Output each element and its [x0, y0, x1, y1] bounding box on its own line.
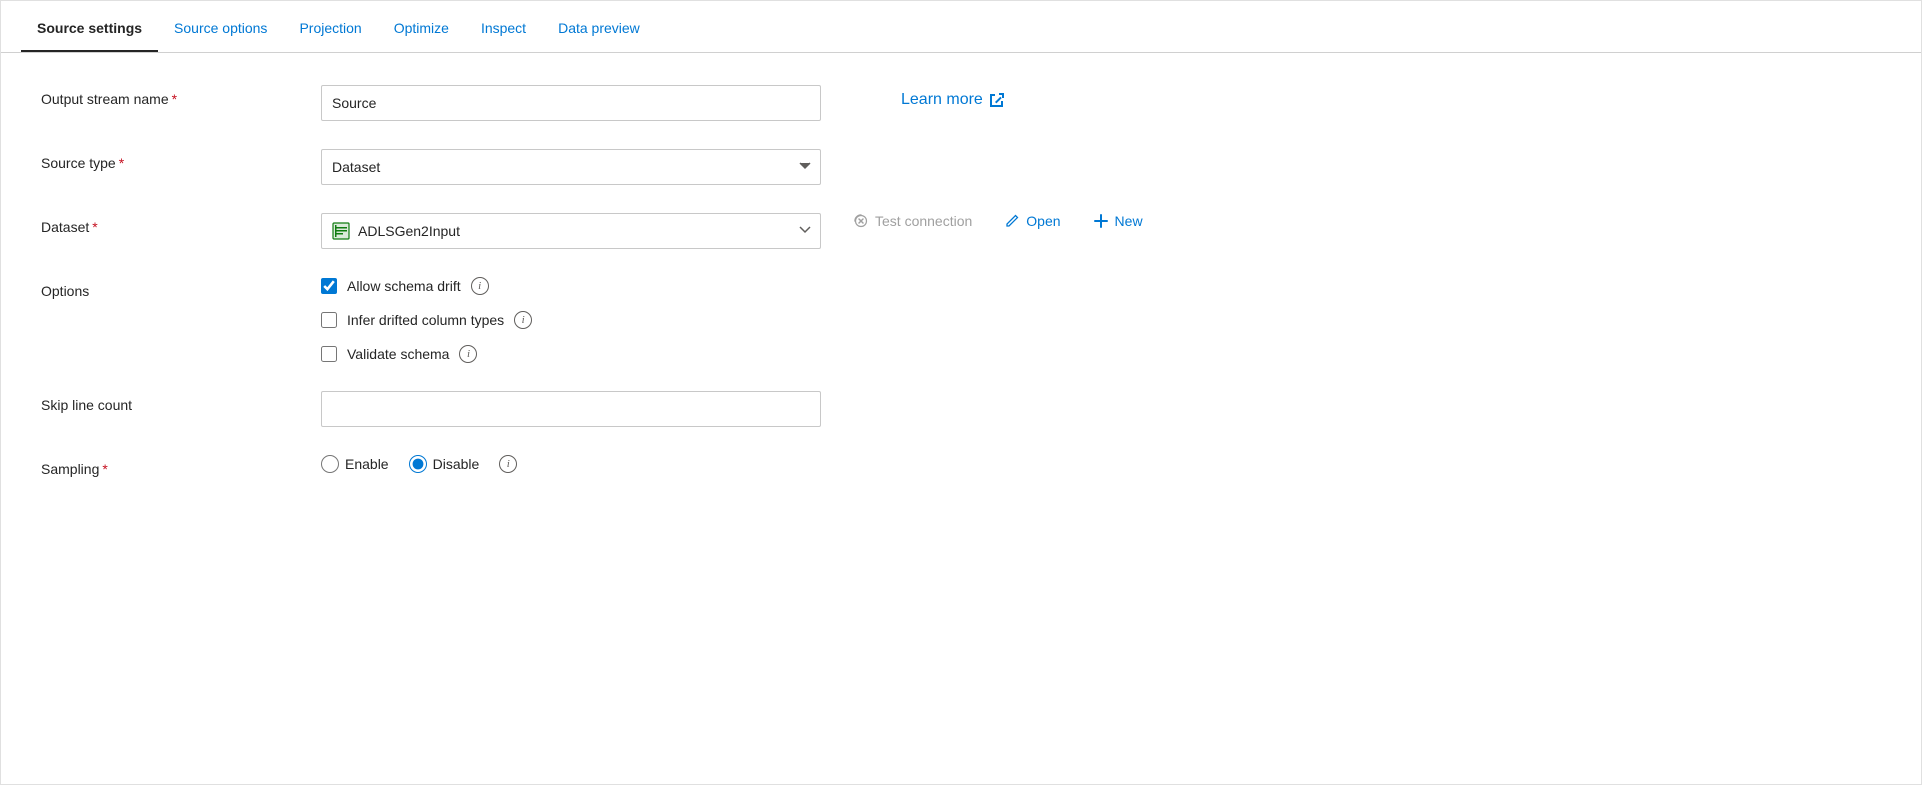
- dataset-row: Dataset*: [41, 213, 1881, 249]
- test-connection-icon: [853, 213, 869, 229]
- tabs-bar: Source settings Source options Projectio…: [1, 1, 1921, 53]
- skip-line-count-input[interactable]: [321, 391, 821, 427]
- skip-line-count-label: Skip line count: [41, 391, 321, 413]
- allow-schema-drift-checkbox[interactable]: [321, 278, 337, 294]
- required-star-2: *: [119, 155, 124, 171]
- source-type-select-wrapper: Dataset: [321, 149, 821, 185]
- dataset-select-wrapper: ADLSGen2Input: [321, 213, 821, 249]
- allow-schema-drift-info-icon[interactable]: i: [471, 277, 489, 295]
- options-row: Options Allow schema drift i Infer drift…: [41, 277, 1881, 363]
- dataset-label: Dataset*: [41, 213, 321, 235]
- source-type-control: Dataset: [321, 149, 821, 185]
- sampling-disable-label: Disable: [433, 456, 480, 472]
- skip-line-count-row: Skip line count: [41, 391, 1881, 427]
- tab-source-settings[interactable]: Source settings: [21, 4, 158, 52]
- sampling-radio-group: Enable Disable i: [321, 455, 517, 473]
- options-label: Options: [41, 277, 321, 299]
- infer-drifted-row: Infer drifted column types i: [321, 311, 532, 329]
- tab-data-preview[interactable]: Data preview: [542, 4, 656, 52]
- tab-source-options[interactable]: Source options: [158, 4, 283, 52]
- sampling-enable-option[interactable]: Enable: [321, 455, 389, 473]
- output-stream-name-label: Output stream name*: [41, 85, 321, 107]
- form-content: Output stream name* Learn more Source ty…: [1, 53, 1921, 537]
- validate-schema-label: Validate schema: [347, 346, 449, 362]
- sampling-enable-radio[interactable]: [321, 455, 339, 473]
- validate-schema-row: Validate schema i: [321, 345, 532, 363]
- required-star-3: *: [92, 219, 97, 235]
- open-pencil-icon: [1004, 213, 1020, 229]
- new-plus-icon: [1093, 213, 1109, 229]
- output-stream-name-input[interactable]: [321, 85, 821, 121]
- source-type-label: Source type*: [41, 149, 321, 171]
- tab-projection[interactable]: Projection: [283, 4, 377, 52]
- learn-more-link[interactable]: Learn more: [901, 85, 1005, 109]
- sampling-info-icon[interactable]: i: [499, 455, 517, 473]
- open-button[interactable]: Open: [1004, 213, 1060, 229]
- skip-line-count-control: [321, 391, 821, 427]
- new-button[interactable]: New: [1093, 213, 1143, 229]
- infer-drifted-info-icon[interactable]: i: [514, 311, 532, 329]
- required-star-1: *: [172, 91, 177, 107]
- output-stream-name-row: Output stream name* Learn more: [41, 85, 1881, 121]
- options-group: Allow schema drift i Infer drifted colum…: [321, 277, 532, 363]
- dataset-select[interactable]: ADLSGen2Input: [321, 213, 821, 249]
- infer-drifted-checkbox[interactable]: [321, 312, 337, 328]
- tab-optimize[interactable]: Optimize: [378, 4, 465, 52]
- dataset-actions: Test connection Open New: [853, 213, 1143, 229]
- source-type-select[interactable]: Dataset: [321, 149, 821, 185]
- required-star-4: *: [102, 461, 107, 477]
- tab-inspect[interactable]: Inspect: [465, 4, 542, 52]
- validate-schema-info-icon[interactable]: i: [459, 345, 477, 363]
- sampling-disable-option[interactable]: Disable: [409, 455, 480, 473]
- allow-schema-drift-row: Allow schema drift i: [321, 277, 532, 295]
- validate-schema-checkbox[interactable]: [321, 346, 337, 362]
- sampling-row: Sampling* Enable Disable i: [41, 455, 1881, 477]
- source-type-row: Source type* Dataset: [41, 149, 1881, 185]
- infer-drifted-label: Infer drifted column types: [347, 312, 504, 328]
- dataset-control: ADLSGen2Input: [321, 213, 821, 249]
- sampling-enable-label: Enable: [345, 456, 389, 472]
- test-connection-button[interactable]: Test connection: [853, 213, 972, 229]
- sampling-label: Sampling*: [41, 455, 321, 477]
- external-link-icon: [989, 92, 1005, 108]
- sampling-disable-radio[interactable]: [409, 455, 427, 473]
- allow-schema-drift-label: Allow schema drift: [347, 278, 461, 294]
- sampling-control: Enable Disable i: [321, 455, 517, 473]
- output-stream-name-control: [321, 85, 821, 121]
